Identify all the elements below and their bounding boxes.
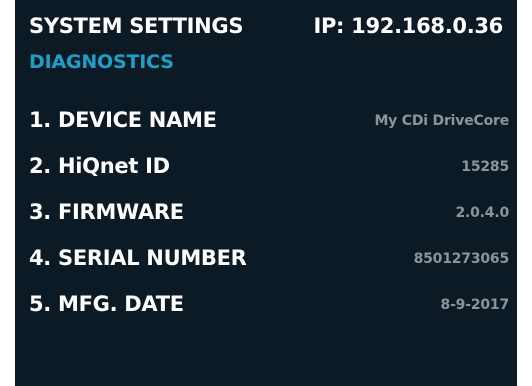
serial-number-row: 4. SERIAL NUMBER 8501273065 (29, 246, 509, 292)
device-name-row: 1. DEVICE NAME My CDi DriveCore (29, 108, 509, 154)
diagnostics-screen: SYSTEM SETTINGS IP: 192.168.0.36 DIAGNOS… (15, 0, 517, 386)
mfg-date-row: 5. MFG. DATE 8-9-2017 (29, 292, 509, 338)
section-title: DIAGNOSTICS (29, 51, 174, 73)
firmware-row: 3. FIRMWARE 2.0.4.0 (29, 200, 509, 246)
serial-number-value: 8501273065 (413, 251, 510, 267)
hiqnet-id-label: 2. HiQnet ID (29, 154, 170, 178)
ip-address: IP: 192.168.0.36 (313, 14, 503, 38)
firmware-value: 2.0.4.0 (455, 205, 509, 221)
firmware-label: 3. FIRMWARE (29, 200, 184, 224)
mfg-date-label: 5. MFG. DATE (29, 292, 184, 316)
page-title: SYSTEM SETTINGS (29, 14, 244, 38)
serial-number-label: 4. SERIAL NUMBER (29, 246, 247, 270)
diagnostics-list: 1. DEVICE NAME My CDi DriveCore 2. HiQne… (29, 108, 509, 338)
header-bar: SYSTEM SETTINGS IP: 192.168.0.36 (29, 14, 503, 44)
device-name-value: My CDi DriveCore (374, 113, 509, 129)
device-name-label: 1. DEVICE NAME (29, 108, 217, 132)
hiqnet-id-value: 15285 (461, 159, 509, 175)
hiqnet-id-row: 2. HiQnet ID 15285 (29, 154, 509, 200)
mfg-date-value: 8-9-2017 (440, 297, 510, 313)
